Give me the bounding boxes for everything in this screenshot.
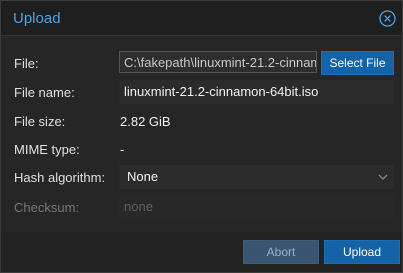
close-icon[interactable] [379,10,396,27]
mime-type-label: MIME type: [14,142,80,157]
file-size-value: 2.82 GiB [120,114,171,129]
hash-algorithm-label: Hash algorithm: [14,170,106,185]
chevron-down-icon [377,171,389,183]
file-size-row: File size: 2.82 GiB [1,109,402,133]
mime-type-row: MIME type: - [1,137,402,161]
file-name-label: File name: [14,85,75,100]
dialog-titlebar: Upload [1,1,402,35]
checksum-row: Checksum: none [1,195,402,219]
mime-type-value: - [120,142,125,157]
file-size-label: File size: [14,114,66,129]
select-file-button[interactable]: Select File [321,51,394,75]
checksum-label: Checksum: [14,200,80,215]
dialog-title: Upload [13,10,61,27]
hash-algorithm-value: None [127,169,159,184]
hash-algorithm-select[interactable]: None [119,165,394,189]
file-name-field[interactable]: linuxmint-21.2-cinnamon-64bit.iso [119,80,394,104]
file-row: File: C:\fakepath\linuxmint-21.2-cinnamo… [1,51,402,75]
upload-button[interactable]: Upload [324,240,400,264]
dialog-footer: Abort Upload [1,232,402,272]
dialog-body: File: C:\fakepath\linuxmint-21.2-cinnamo… [1,35,402,233]
file-path-field[interactable]: C:\fakepath\linuxmint-21.2-cinnamon-64bi… [119,51,317,73]
file-label: File: [14,56,39,71]
abort-button[interactable]: Abort [243,240,319,264]
file-name-row: File name: linuxmint-21.2-cinnamon-64bit… [1,80,402,104]
checksum-field: none [119,195,394,219]
upload-dialog: Upload File: C:\fakepath\linuxmint-21.2-… [0,0,403,273]
hash-algorithm-row: Hash algorithm: None [1,165,402,189]
